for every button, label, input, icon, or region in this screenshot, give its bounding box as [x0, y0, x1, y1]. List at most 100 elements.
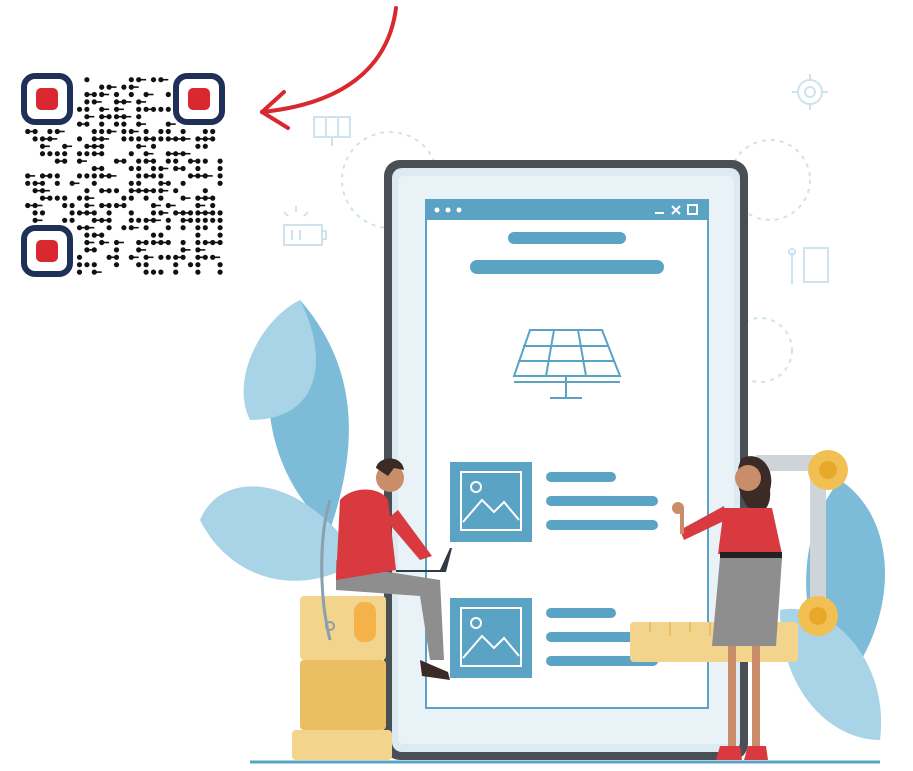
- qr-module: [106, 210, 112, 216]
- qr-module: [143, 195, 149, 201]
- qr-module: [121, 84, 127, 90]
- qr-module: [39, 210, 46, 216]
- qr-module: [217, 239, 223, 246]
- qr-module: [195, 225, 201, 231]
- qr-module: [143, 128, 149, 135]
- window-titlebar: [426, 200, 708, 220]
- qr-module: [187, 262, 194, 268]
- qr-module: [84, 262, 90, 268]
- qr-module: [210, 217, 216, 223]
- qr-module: [76, 269, 83, 275]
- qr-module: [136, 165, 142, 172]
- qr-module: [180, 239, 186, 246]
- qr-module: [128, 165, 134, 172]
- qr-module: [143, 239, 149, 246]
- qr-module: [106, 225, 112, 231]
- qr-finder-bottom-left: [21, 225, 73, 277]
- qr-module: [62, 151, 68, 157]
- qr-module: [195, 269, 201, 275]
- qr-module: [99, 165, 105, 172]
- qr-module: [106, 114, 112, 120]
- qr-module: [62, 217, 68, 223]
- qr-module: [128, 195, 134, 201]
- qr-module: [158, 269, 164, 275]
- qr-module: [180, 254, 186, 260]
- qr-module: [99, 232, 105, 238]
- qr-module: [128, 91, 134, 98]
- qr-module: [217, 225, 223, 231]
- arrow-icon: [260, 6, 398, 130]
- qr-module: [121, 128, 127, 135]
- stacked-blocks: [292, 596, 392, 760]
- qr-code-icon[interactable]: [21, 73, 225, 277]
- qr-module: [217, 262, 223, 268]
- qr-module: [106, 202, 112, 209]
- qr-module: [136, 217, 142, 223]
- qr-module: [76, 151, 83, 157]
- qr-module: [99, 151, 105, 157]
- text-line: [546, 608, 616, 618]
- qr-module: [165, 217, 171, 223]
- battery-icon: [283, 206, 327, 246]
- qr-module: [84, 99, 90, 105]
- qr-module: [47, 151, 53, 157]
- qr-module: [54, 180, 60, 186]
- qr-module: [113, 247, 120, 253]
- qr-finder-top-right: [173, 73, 225, 125]
- qr-module: [99, 84, 105, 90]
- qr-module: [195, 143, 201, 149]
- qr-module: [217, 232, 223, 238]
- qr-module: [202, 143, 208, 149]
- qr-module: [113, 262, 120, 268]
- qr-module: [99, 128, 105, 135]
- qr-module: [25, 180, 31, 186]
- qr-module: [202, 254, 208, 260]
- qr-module: [187, 217, 194, 223]
- qr-module: [143, 225, 149, 231]
- qr-module: [210, 210, 216, 216]
- qr-module: [69, 217, 75, 223]
- qr-module: [165, 254, 171, 260]
- qr-module: [165, 106, 171, 112]
- qr-module: [84, 77, 90, 83]
- illustration-canvas: [21, 6, 885, 764]
- window-dot-icon: [434, 207, 440, 213]
- gear-icon: [792, 74, 828, 110]
- qr-module: [180, 180, 186, 186]
- qr-module: [150, 188, 157, 194]
- qr-module: [62, 202, 68, 209]
- qr-module: [158, 254, 164, 260]
- qr-module: [136, 173, 142, 179]
- qr-module: [217, 173, 223, 179]
- qr-module: [158, 106, 164, 112]
- qr-module: [165, 180, 171, 186]
- qr-module: [76, 173, 83, 179]
- qr-module: [165, 239, 171, 246]
- qr-module: [106, 188, 112, 194]
- qr-module: [180, 128, 186, 135]
- qr-module: [136, 106, 142, 112]
- qr-module: [202, 217, 208, 223]
- qr-module: [91, 128, 97, 135]
- qr-module: [84, 173, 90, 179]
- qr-module: [150, 165, 157, 172]
- qr-module: [187, 210, 194, 216]
- qr-module: [173, 269, 179, 275]
- qr-module: [128, 180, 134, 186]
- qr-module: [47, 173, 53, 179]
- qr-module: [76, 262, 83, 268]
- qr-module: [47, 128, 53, 135]
- qr-module: [217, 180, 223, 186]
- text-line: [546, 520, 658, 530]
- qr-module: [136, 262, 142, 268]
- qr-module: [143, 269, 149, 275]
- qr-module: [143, 262, 149, 268]
- qr-module: [91, 262, 97, 268]
- plant-leaves-left: [200, 300, 360, 581]
- qr-module: [99, 143, 105, 149]
- qr-module: [91, 173, 97, 179]
- qr-module: [91, 247, 97, 253]
- text-line: [546, 472, 616, 482]
- qr-module: [91, 180, 97, 186]
- qr-module: [173, 188, 179, 194]
